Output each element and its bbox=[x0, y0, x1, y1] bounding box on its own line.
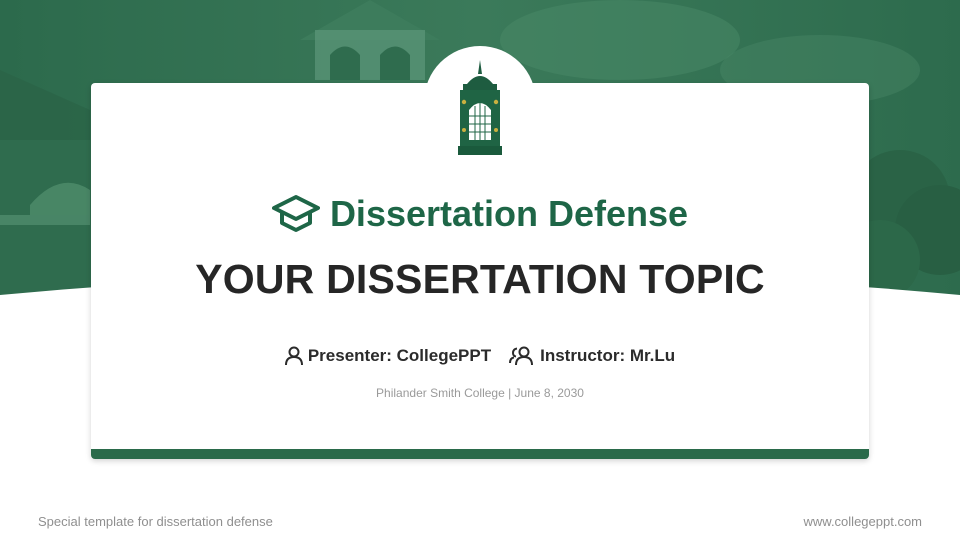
graduation-cap-icon bbox=[271, 195, 320, 232]
presenter-label: Presenter: CollegePPT bbox=[307, 346, 492, 365]
presenter: Presenter: CollegePPT bbox=[284, 346, 492, 366]
page-title: YOUR DISSERTATION TOPIC bbox=[195, 256, 765, 302]
users-icon bbox=[509, 346, 534, 366]
footer-caption: Special template for dissertation defens… bbox=[38, 514, 273, 529]
card-accent-bar bbox=[91, 449, 869, 459]
clock-tower-icon bbox=[458, 60, 502, 155]
slide: Dissertation Defense YOUR DISSERTATION T… bbox=[0, 0, 960, 540]
people-row: Presenter: CollegePPT Instructor: Mr.Lu bbox=[0, 346, 960, 366]
subtitle-row: Dissertation Defense bbox=[0, 193, 960, 235]
instructor: Instructor: Mr.Lu bbox=[509, 346, 675, 366]
instructor-label: Instructor: Mr.Lu bbox=[540, 346, 676, 365]
footer-website-link[interactable]: www.collegeppt.com bbox=[804, 514, 923, 529]
subtitle: Dissertation Defense bbox=[329, 193, 689, 234]
user-icon bbox=[284, 346, 303, 366]
info-line: Philander Smith College | June 8, 2030 bbox=[376, 386, 584, 400]
